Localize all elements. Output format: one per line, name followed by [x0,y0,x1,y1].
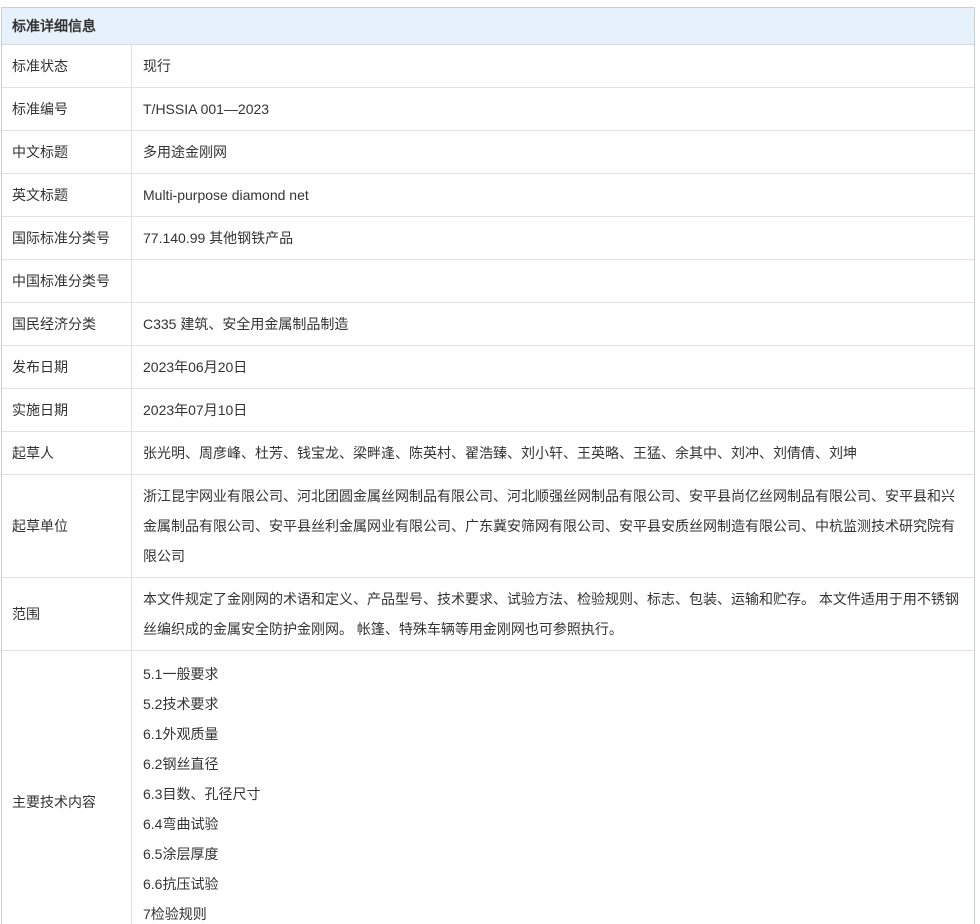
table-row-ccs-number: 中国标准分类号 [2,260,974,303]
row-value: Multi-purpose diamond net [132,174,974,216]
tech-content-line: 6.3目数、孔径尺寸 [143,779,960,809]
row-label: 标准编号 [2,88,132,130]
row-label: 标准状态 [2,45,132,87]
row-label: 主要技术内容 [2,651,132,924]
table-row-publish-date: 发布日期 2023年06月20日 [2,346,974,389]
tech-content-line: 6.6抗压试验 [143,869,960,899]
table-header: 标准详细信息 [2,8,974,45]
row-label: 中文标题 [2,131,132,173]
row-value: C335 建筑、安全用金属制品制造 [132,303,974,345]
row-value: 2023年07月10日 [132,389,974,431]
row-label: 国际标准分类号 [2,217,132,259]
table-row-ics-number: 国际标准分类号 77.140.99 其他钢铁产品 [2,217,974,260]
table-row-standard-status: 标准状态 现行 [2,45,974,88]
table-row-main-technical-content: 主要技术内容 5.1一般要求 5.2技术要求 6.1外观质量 6.2钢丝直径 6… [2,651,974,924]
tech-content-line: 6.5涂层厚度 [143,839,960,869]
tech-content-line: 6.4弯曲试验 [143,809,960,839]
row-label: 起草人 [2,432,132,474]
standard-detail-table: 标准详细信息 标准状态 现行 标准编号 T/HSSIA 001—2023 中文标… [1,7,975,924]
row-label: 国民经济分类 [2,303,132,345]
row-label: 起草单位 [2,475,132,577]
table-row-scope: 范围 本文件规定了金刚网的术语和定义、产品型号、技术要求、试验方法、检验规则、标… [2,578,974,651]
row-value: 浙江昆宇网业有限公司、河北团圆金属丝网制品有限公司、河北顺强丝网制品有限公司、安… [132,475,974,577]
page-title: 标准详细信息 [12,16,96,36]
tech-content-line: 7检验规则 [143,899,960,924]
row-value: 77.140.99 其他钢铁产品 [132,217,974,259]
row-value: 本文件规定了金刚网的术语和定义、产品型号、技术要求、试验方法、检验规则、标志、包… [132,578,974,650]
tech-content-line: 5.2技术要求 [143,689,960,719]
row-label: 实施日期 [2,389,132,431]
row-value: 现行 [132,45,974,87]
row-value: T/HSSIA 001—2023 [132,88,974,130]
row-label: 范围 [2,578,132,650]
table-row-standard-number: 标准编号 T/HSSIA 001—2023 [2,88,974,131]
table-row-implement-date: 实施日期 2023年07月10日 [2,389,974,432]
tech-content-line: 5.1一般要求 [143,659,960,689]
row-label: 发布日期 [2,346,132,388]
row-label: 中国标准分类号 [2,260,132,302]
row-value: 多用途金刚网 [132,131,974,173]
tech-content-line: 6.1外观质量 [143,719,960,749]
table-row-drafting-units: 起草单位 浙江昆宇网业有限公司、河北团圆金属丝网制品有限公司、河北顺强丝网制品有… [2,475,974,578]
tech-content-line: 6.2钢丝直径 [143,749,960,779]
row-value: 5.1一般要求 5.2技术要求 6.1外观质量 6.2钢丝直径 6.3目数、孔径… [132,651,974,924]
table-row-economy-class: 国民经济分类 C335 建筑、安全用金属制品制造 [2,303,974,346]
row-value [132,260,974,302]
table-row-english-title: 英文标题 Multi-purpose diamond net [2,174,974,217]
row-value: 张光明、周彦峰、杜芳、钱宝龙、梁畔逢、陈英村、翟浩臻、刘小轩、王英略、王猛、余其… [132,432,974,474]
table-row-chinese-title: 中文标题 多用途金刚网 [2,131,974,174]
table-row-drafters: 起草人 张光明、周彦峰、杜芳、钱宝龙、梁畔逢、陈英村、翟浩臻、刘小轩、王英略、王… [2,432,974,475]
row-label: 英文标题 [2,174,132,216]
row-value: 2023年06月20日 [132,346,974,388]
